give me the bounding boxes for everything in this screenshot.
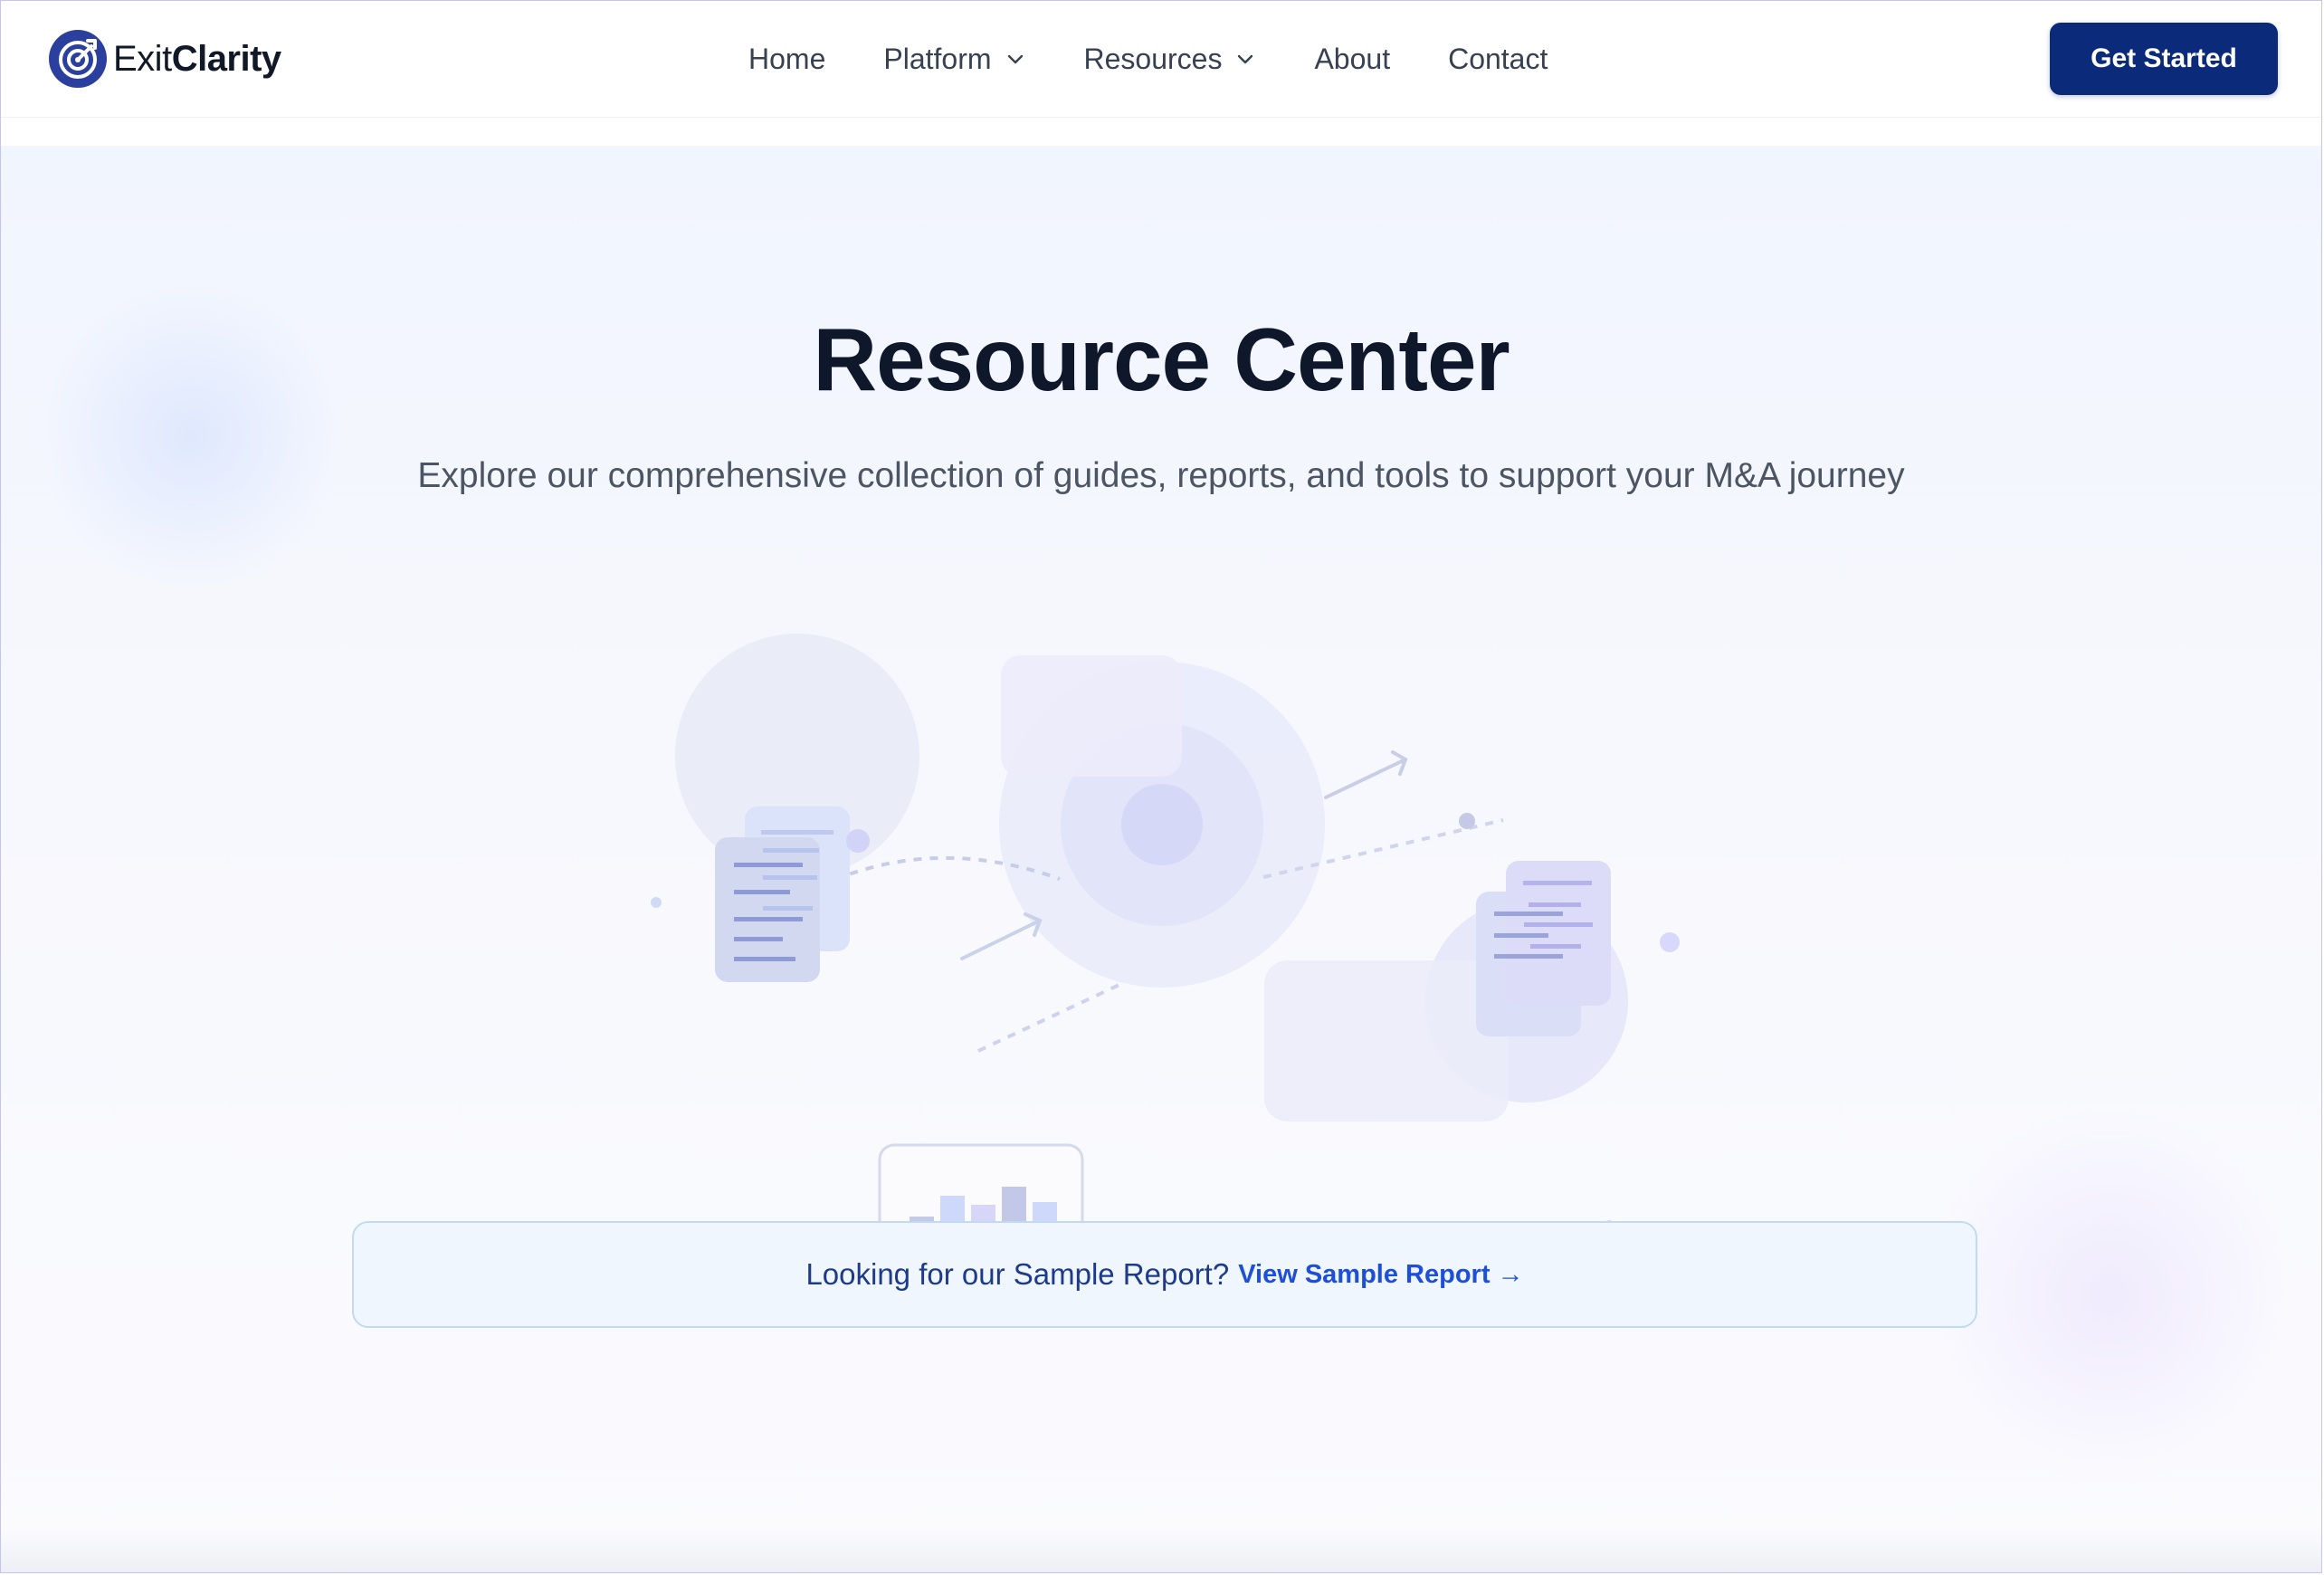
decorative-card <box>1001 655 1182 777</box>
chevron-down-icon <box>1238 54 1253 64</box>
top-navigation: ExitClarity Home Platform Resources Abou… <box>1 1 2321 118</box>
arrow-right-icon <box>1324 750 1408 799</box>
brand-name-light: Exit <box>113 38 172 79</box>
resources-illustration <box>651 634 1680 1268</box>
arrow-right-icon <box>960 912 1043 960</box>
callout-text: Looking for our Sample Report? <box>805 1257 1230 1291</box>
nav-item-contact[interactable]: Contact <box>1448 37 1548 81</box>
nav-links: Home Platform Resources About Contact <box>748 37 1548 81</box>
decorative-circle <box>1121 784 1203 865</box>
view-sample-report-link[interactable]: View Sample Report → <box>1238 1260 1523 1290</box>
page-subtitle: Explore our comprehensive collection of … <box>417 456 1905 495</box>
nav-item-label: Platform <box>883 42 992 75</box>
page-title: Resource Center <box>813 310 1510 409</box>
logo-link[interactable]: ExitClarity <box>48 28 281 90</box>
nav-item-platform[interactable]: Platform <box>883 37 1025 81</box>
bottom-fade <box>1 1531 2321 1572</box>
nav-item-label: About <box>1314 42 1391 75</box>
nav-item-label: Contact <box>1448 42 1548 75</box>
decorative-dot <box>846 829 870 853</box>
brand-name-bold: Clarity <box>171 38 282 79</box>
dashed-connector <box>977 981 1124 1053</box>
nav-item-home[interactable]: Home <box>748 37 825 81</box>
get-started-button[interactable]: Get Started <box>2050 23 2278 95</box>
nav-item-resources[interactable]: Resources <box>1084 37 1257 81</box>
logo-target-icon <box>49 30 107 88</box>
decorative-card <box>1264 960 1509 1122</box>
nav-item-label: Resources <box>1083 42 1223 75</box>
brand-name: ExitClarity <box>113 39 281 80</box>
hero-section: Resource Center Explore our comprehensiv… <box>1 146 2321 1572</box>
sample-report-callout: Looking for our Sample Report? View Samp… <box>352 1221 1977 1328</box>
decorative-dot <box>1660 932 1680 952</box>
decorative-dot <box>651 897 662 908</box>
page: ExitClarity Home Platform Resources Abou… <box>0 0 2322 1573</box>
decorative-dot <box>1459 813 1475 829</box>
nav-item-about[interactable]: About <box>1314 37 1390 81</box>
nav-item-label: Home <box>748 42 826 75</box>
chevron-down-icon <box>1007 54 1023 64</box>
